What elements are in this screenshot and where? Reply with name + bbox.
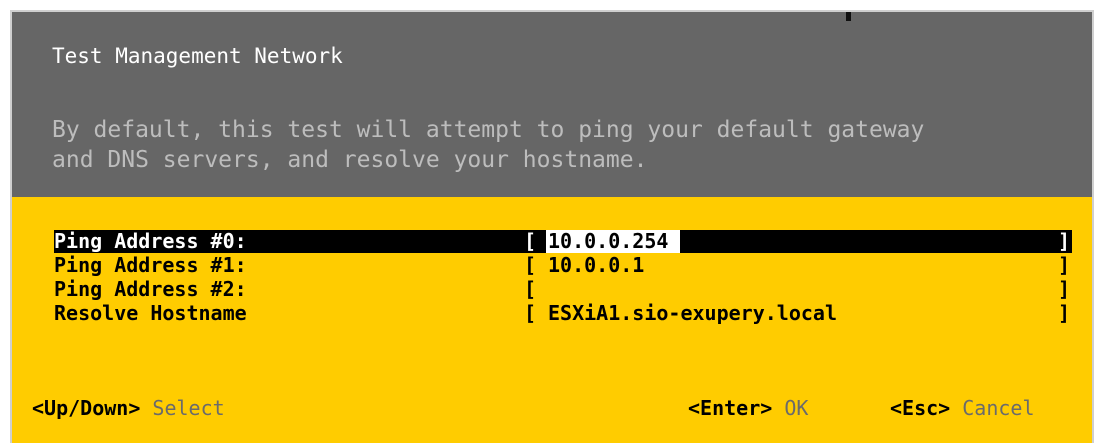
up-down-key: <Up/Down>	[32, 396, 141, 420]
close-bracket: ]	[1058, 253, 1071, 277]
nav-hint: <Up/Down> Select	[32, 396, 225, 420]
ok-hint[interactable]: <Enter> OK	[688, 396, 808, 420]
esc-key[interactable]: <Esc>	[890, 396, 950, 420]
cancel-action[interactable]: Cancel	[962, 396, 1034, 420]
resolve-hostname-input[interactable]	[548, 302, 1048, 325]
close-bracket: ]	[1058, 301, 1071, 325]
field-label: Ping Address #1:	[54, 253, 247, 277]
enter-key[interactable]: <Enter>	[688, 396, 772, 420]
open-bracket: [	[524, 277, 537, 301]
cancel-hint[interactable]: <Esc> Cancel	[890, 396, 1035, 420]
field-label: Resolve Hostname	[54, 301, 247, 325]
select-action: Select	[152, 396, 225, 420]
top-marker	[846, 12, 851, 21]
ping-address-1-input[interactable]	[548, 254, 1048, 277]
dialog-title: Test Management Network	[52, 44, 343, 68]
close-bracket: ]	[1058, 229, 1071, 253]
open-bracket: [	[524, 253, 537, 277]
field-label: Ping Address #0:	[54, 229, 247, 253]
field-label: Ping Address #2:	[54, 277, 247, 301]
ok-action[interactable]: OK	[784, 396, 808, 420]
ping-address-2-input[interactable]	[548, 278, 1048, 301]
ping-address-0-input[interactable]	[546, 230, 680, 253]
dialog-description: By default, this test will attempt to pi…	[52, 117, 925, 173]
close-bracket: ]	[1058, 277, 1071, 301]
dialog-window: Test Management Network By default, this…	[10, 10, 1094, 443]
field-row-ping-address-0[interactable]: Ping Address #0: [ ]	[54, 230, 1072, 253]
open-bracket: [	[524, 301, 537, 325]
open-bracket: [	[524, 229, 537, 253]
